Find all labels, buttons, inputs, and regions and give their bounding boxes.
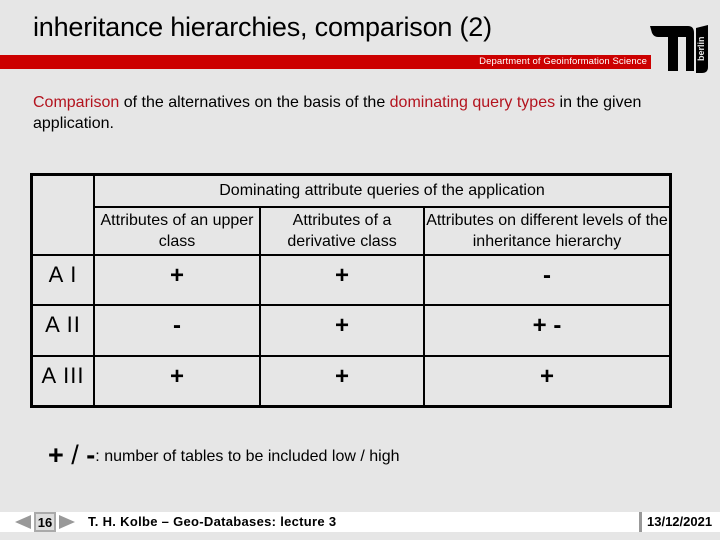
legend-plus: + — [48, 440, 64, 470]
table-cell: + — [93, 253, 261, 307]
column-header: Attributes on different levels of the in… — [423, 206, 672, 256]
logo-text: berlin — [696, 36, 706, 61]
table-cell: + — [93, 354, 261, 408]
comparison-table: Dominating attribute queries of the appl… — [30, 173, 672, 408]
legend-slash: / — [63, 440, 87, 470]
row-label: A I — [30, 253, 95, 307]
author-line: T. H. Kolbe – Geo-Databases: lecture 3 — [88, 514, 337, 529]
table-cell: + — [423, 354, 672, 408]
table-row: A I + + - — [30, 253, 672, 307]
table-cell: + - — [423, 304, 672, 357]
group-header: Dominating attribute queries of the appl… — [93, 173, 672, 208]
intro-text: Comparison of the alternatives on the ba… — [33, 92, 693, 134]
date: 13/12/2021 — [647, 514, 713, 529]
date-divider — [639, 512, 642, 532]
intro-highlight-1: Comparison — [33, 94, 120, 111]
column-header: Attributes of a derivative class — [259, 206, 425, 256]
table-row: A II - + + - — [30, 304, 672, 357]
table-cell: + — [259, 253, 425, 307]
triangle-right-icon[interactable] — [59, 515, 75, 529]
table-cell: + — [259, 304, 425, 357]
intro-text-2: of the alternatives on the basis of the — [119, 94, 390, 111]
legend: + / -: number of tables to be included l… — [48, 440, 399, 471]
table-row: A III + + + — [30, 354, 672, 408]
page-number: 16 — [34, 512, 56, 532]
table-cell: - — [93, 304, 261, 357]
table-cell: + — [259, 354, 425, 408]
header-bar: Department of Geoinformation Science — [0, 55, 651, 69]
tu-berlin-logo-icon: berlin — [650, 25, 708, 73]
column-header: Attributes of an upper class — [93, 206, 261, 256]
intro-highlight-2: dominating query types — [389, 94, 556, 111]
slide-title: inheritance hierarchies, comparison (2) — [33, 12, 492, 42]
legend-text: : number of tables to be included low / … — [95, 448, 400, 465]
slide-navigation: 16 — [15, 512, 75, 532]
row-label: A III — [30, 354, 95, 408]
legend-minus: - — [86, 440, 96, 470]
department-label: Department of Geoinformation Science — [479, 56, 647, 67]
corner-cell — [30, 173, 95, 256]
row-label: A II — [30, 304, 95, 357]
table-cell: - — [423, 253, 672, 307]
triangle-left-icon[interactable] — [15, 515, 31, 529]
